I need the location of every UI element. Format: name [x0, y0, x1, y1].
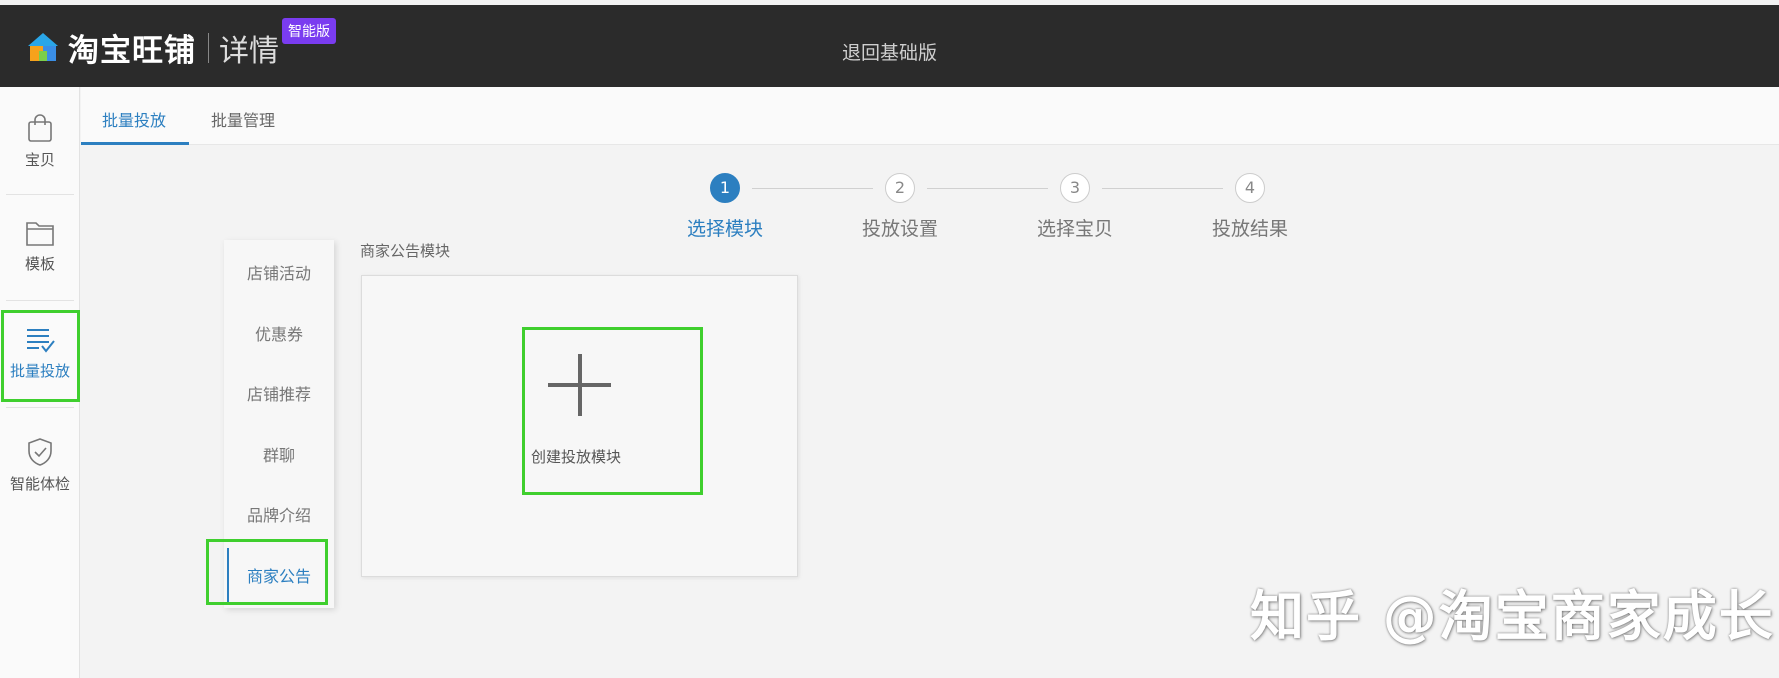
section-title: 商家公告模块: [360, 242, 451, 260]
folder-icon: [26, 222, 54, 246]
nav-divider: [6, 407, 74, 408]
tab-batch-manage[interactable]: 批量管理: [211, 107, 275, 131]
nav-item-products[interactable]: 宝贝: [0, 113, 80, 170]
step-4-label: 投放结果: [1211, 218, 1288, 240]
nav-label: 批量投放: [9, 362, 70, 380]
step-4-circle: 4: [1235, 173, 1265, 203]
step-2-label: 投放设置: [861, 218, 938, 240]
step-connector: [1102, 188, 1223, 189]
submenu-item-store-activity[interactable]: 店铺活动: [224, 260, 334, 284]
step-connector: [927, 188, 1048, 189]
submenu-active-indicator: [227, 548, 229, 602]
list-check-icon: [27, 329, 55, 353]
nav-label: 智能体检: [9, 475, 70, 493]
nav-divider: [6, 194, 74, 195]
left-nav: 宝贝 模板 批量投放 智能体检: [0, 87, 80, 678]
tab-bar: 批量投放 批量管理: [81, 87, 1779, 145]
nav-item-smart-check[interactable]: 智能体检: [0, 437, 80, 494]
step-1-label: 选择模块: [686, 218, 763, 240]
nav-item-batch-deploy[interactable]: 批量投放: [0, 326, 80, 381]
module-category-menu: 店铺活动 优惠券 店铺推荐 群聊 品牌介绍 商家公告: [224, 240, 334, 608]
shield-check-icon: [28, 438, 52, 466]
step-connector: [752, 188, 873, 189]
submenu-item-group-chat[interactable]: 群聊: [224, 442, 334, 466]
nav-label: 模板: [24, 255, 55, 273]
step-2-circle: 2: [885, 173, 915, 203]
top-bar: 淘宝旺铺 详情 智能版 退回基础版: [0, 0, 1779, 87]
submenu-item-merchant-notice[interactable]: 商家公告: [224, 563, 334, 587]
nav-item-templates[interactable]: 模板: [0, 219, 80, 274]
back-to-basic-link[interactable]: 退回基础版: [0, 38, 1779, 65]
active-tab-indicator: [81, 142, 189, 145]
submenu-item-brand-intro[interactable]: 品牌介绍: [224, 502, 334, 526]
tab-batch-deploy[interactable]: 批量投放: [102, 107, 166, 131]
step-1-circle: 1: [710, 173, 740, 203]
submenu-item-store-recommend[interactable]: 店铺推荐: [224, 381, 334, 405]
nav-divider: [6, 300, 74, 301]
step-3-label: 选择宝贝: [1036, 218, 1113, 240]
watermark: 知乎 @淘宝商家成长: [1250, 585, 1775, 648]
bag-icon: [28, 114, 52, 142]
create-module-button[interactable]: [522, 327, 703, 495]
submenu-item-coupon[interactable]: 优惠券: [224, 321, 334, 345]
step-3-circle: 3: [1060, 173, 1090, 203]
nav-label: 宝贝: [24, 151, 55, 169]
